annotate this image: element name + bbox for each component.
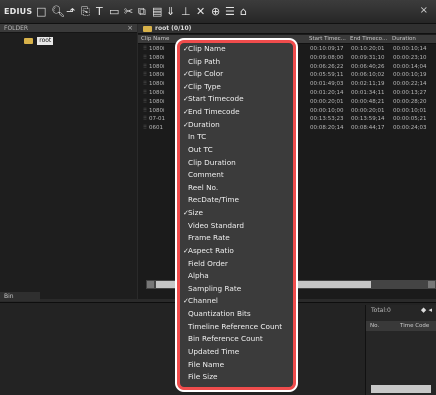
- menu-item-clip-duration[interactable]: Clip Duration: [180, 157, 293, 170]
- menu-item-label: Video Standard: [188, 220, 244, 230]
- menu-item-size[interactable]: ✓ Size: [180, 207, 293, 220]
- menu-item-label: Alpha: [188, 271, 209, 281]
- menu-item-label: In TC: [188, 132, 207, 142]
- delete-icon[interactable]: ✕: [196, 4, 205, 19]
- marker-nav-icon[interactable]: ◆ ◂: [421, 306, 432, 314]
- menu-item-label: Bin Reference Count: [188, 334, 263, 344]
- title-icon[interactable]: T: [96, 4, 103, 19]
- view-icon[interactable]: ☰: [225, 4, 235, 19]
- menu-item-label: Clip Duration: [188, 157, 236, 167]
- menu-item-comment[interactable]: Comment: [180, 169, 293, 182]
- edius-bin-window: EDIUS □ 🔍︎ ⬏ ⎘ T ▭ ✂ ⧉ ▤ ⇓ ⊥ ✕ ⊕ ☰ ⌂ × F…: [0, 0, 436, 395]
- copy-icon[interactable]: ⧉: [138, 4, 146, 19]
- menu-item-clip-type[interactable]: ✓ Clip Type: [180, 81, 293, 94]
- menu-item-duration[interactable]: ✓ Duration: [180, 119, 293, 132]
- menu-item-sampling-rate[interactable]: Sampling Rate: [180, 283, 293, 296]
- menu-item-clip-color[interactable]: ✓ Clip Color: [180, 68, 293, 81]
- menu-item-end-timecode[interactable]: ✓ End Timecode: [180, 106, 293, 119]
- menu-item-updated-time[interactable]: Updated Time: [180, 346, 293, 359]
- folder-icon[interactable]: ⌂: [240, 4, 247, 19]
- marker-panel: Total:0 ◆ ◂ No. Time Code: [365, 305, 436, 395]
- menu-item-label: Out TC: [188, 144, 213, 154]
- current-path: root (0/10): [155, 25, 192, 32]
- cut-icon[interactable]: ✂: [124, 4, 133, 19]
- menu-item-label: Clip Type: [188, 81, 221, 91]
- folder-panel-title: FOLDER: [4, 25, 29, 32]
- menu-item-label: Clip Name: [188, 44, 226, 53]
- menu-item-label: RecDate/Time: [188, 195, 239, 205]
- menu-item-label: Field Order: [188, 258, 228, 268]
- menu-item-label: End Timecode: [188, 107, 240, 117]
- menu-item-label: Frame Rate: [188, 233, 230, 243]
- folder-panel-header: FOLDER ×: [0, 24, 137, 33]
- menu-item-label: Quantization Bits: [188, 309, 251, 319]
- folder-icon: [24, 38, 33, 44]
- menu-item-clip-path[interactable]: Clip Path: [180, 56, 293, 69]
- folder-tree-root[interactable]: root: [24, 37, 54, 45]
- menu-item-in-tc[interactable]: In TC: [180, 131, 293, 144]
- column-context-menu: ✓ Clip Name Clip Path ✓ Clip Color ✓ Clip Type…: [177, 40, 296, 390]
- properties-icon[interactable]: ⊕: [211, 4, 220, 19]
- marker-list-header: No. Time Code: [366, 321, 436, 331]
- column-header-no[interactable]: No.: [370, 321, 379, 331]
- menu-item-bin-reference-count[interactable]: Bin Reference Count: [180, 333, 293, 346]
- folder-tree-root-label: root: [37, 37, 54, 45]
- menu-item-recdate-time[interactable]: RecDate/Time: [180, 194, 293, 207]
- menu-item-file-name[interactable]: File Name: [180, 359, 293, 372]
- column-header-time-code[interactable]: Time Code: [400, 321, 429, 331]
- bin-tab-label: Bin: [4, 293, 14, 300]
- close-icon[interactable]: ×: [127, 24, 133, 33]
- monitor-icon[interactable]: ▭: [109, 4, 119, 19]
- column-header-clip-name[interactable]: Clip Name: [141, 35, 169, 44]
- menu-item-label: Size: [188, 208, 203, 218]
- menu-item-label: Updated Time: [188, 346, 240, 356]
- menu-item-aspect-ratio[interactable]: ✓ Aspect Ratio: [180, 245, 293, 258]
- menu-item-quantization-bits[interactable]: Quantization Bits: [180, 308, 293, 321]
- menu-item-reel-no[interactable]: Reel No.: [180, 182, 293, 195]
- menu-item-timeline-reference-count[interactable]: Timeline Reference Count: [180, 321, 293, 334]
- scroll-left-icon[interactable]: [147, 281, 154, 288]
- menu-item-label: Channel: [188, 296, 218, 306]
- folder-icon: [143, 26, 152, 32]
- menu-item-label: Duration: [188, 119, 220, 129]
- folder-panel: FOLDER × root: [0, 24, 137, 299]
- menu-item-label: Sampling Rate: [188, 283, 242, 293]
- menu-item-alpha[interactable]: Alpha: [180, 270, 293, 283]
- marker-total: Total:0: [371, 307, 391, 314]
- menu-item-video-standard[interactable]: Video Standard: [180, 220, 293, 233]
- menu-item-file-size[interactable]: File Size: [180, 371, 293, 384]
- up-arrow-icon[interactable]: ⬏: [66, 4, 75, 19]
- menu-item-label: File Size: [188, 372, 218, 382]
- column-header-duration[interactable]: Duration: [392, 35, 416, 44]
- scroll-right-icon[interactable]: [428, 281, 435, 288]
- app-brand: EDIUS: [4, 7, 33, 16]
- close-icon[interactable]: ×: [420, 5, 428, 16]
- menu-item-out-tc[interactable]: Out TC: [180, 144, 293, 157]
- bin-toolbar: EDIUS □ 🔍︎ ⬏ ⎘ T ▭ ✂ ⧉ ▤ ⇓ ⊥ ✕ ⊕ ☰ ⌂ ×: [0, 0, 436, 24]
- menu-item-label: Comment: [188, 170, 224, 180]
- menu-item-label: Aspect Ratio: [188, 245, 234, 255]
- horizontal-scrollbar[interactable]: [371, 385, 431, 393]
- menu-item-label: Reel No.: [188, 182, 219, 192]
- insert-icon[interactable]: ⊥: [181, 4, 191, 19]
- menu-item-start-timecode[interactable]: ✓ Start Timecode: [180, 93, 293, 106]
- paste-icon[interactable]: ▤: [152, 4, 162, 19]
- menu-item-label: Start Timecode: [188, 94, 244, 104]
- column-header-end-timecode[interactable]: End Timeco...: [350, 35, 387, 44]
- menu-item-clip-name[interactable]: ✓ Clip Name: [180, 43, 293, 56]
- menu-item-label: Timeline Reference Count: [188, 321, 283, 331]
- folder-up-icon[interactable]: □: [36, 4, 46, 19]
- menu-item-label: File Name: [188, 359, 225, 369]
- menu-item-label: Clip Color: [188, 69, 224, 79]
- menu-item-field-order[interactable]: Field Order: [180, 258, 293, 271]
- add-to-timeline-icon[interactable]: ⇓: [166, 4, 175, 19]
- bin-tab[interactable]: Bin: [0, 292, 40, 301]
- menu-item-frame-rate[interactable]: Frame Rate: [180, 232, 293, 245]
- current-path-bar: root (0/10): [138, 24, 436, 34]
- import-icon[interactable]: ⎘: [81, 4, 90, 19]
- menu-item-channel[interactable]: ✓ Channel: [180, 295, 293, 308]
- column-header-start-timecode[interactable]: Start Timec...: [309, 35, 346, 44]
- menu-item-label: Clip Path: [188, 56, 221, 66]
- search-icon[interactable]: 🔍︎: [51, 4, 65, 19]
